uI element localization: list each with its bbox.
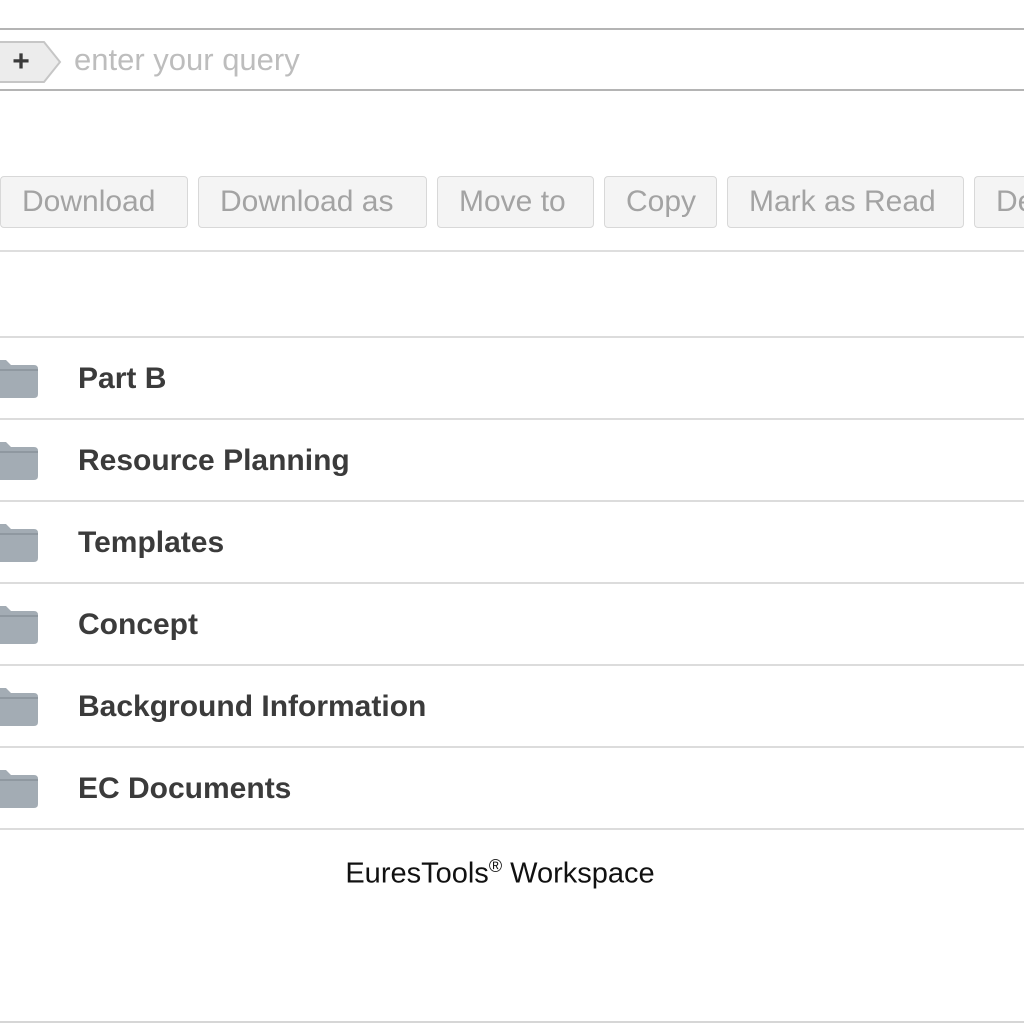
move-to-button[interactable]: Move to: [437, 176, 594, 228]
caption-suffix: Workspace: [502, 857, 655, 890]
folder-row-background-information[interactable]: Background Information: [0, 666, 1024, 748]
folder-icon: [0, 768, 38, 808]
bottom-divider: [0, 1021, 1024, 1023]
folder-name[interactable]: Templates: [78, 523, 224, 563]
folder-list: Part B Resource Planning Templates Conce…: [0, 336, 1024, 830]
folder-name[interactable]: EC Documents: [78, 769, 291, 809]
folder-row-resource-planning[interactable]: Resource Planning: [0, 420, 1024, 502]
folder-row-templates[interactable]: Templates: [0, 502, 1024, 584]
add-filter-button[interactable]: +: [0, 41, 62, 83]
toolbar-divider: [0, 250, 1024, 252]
search-bar: +: [0, 28, 1024, 91]
plus-icon: +: [12, 45, 30, 78]
folder-icon: [0, 358, 38, 398]
folder-row-part-b[interactable]: Part B: [0, 338, 1024, 420]
action-toolbar: Download Download as Move to Copy Mark a…: [0, 176, 1024, 230]
folder-name[interactable]: Resource Planning: [78, 441, 350, 481]
folder-row-concept[interactable]: Concept: [0, 584, 1024, 666]
folder-icon: [0, 604, 38, 644]
mark-as-read-button[interactable]: Mark as Read: [727, 176, 964, 228]
folder-icon: [0, 522, 38, 562]
folder-name[interactable]: Part B: [78, 359, 166, 399]
search-input[interactable]: [70, 40, 1018, 80]
folder-name[interactable]: Concept: [78, 605, 198, 645]
copy-button[interactable]: Copy: [604, 176, 717, 228]
folder-icon: [0, 440, 38, 480]
workspace-page: + Download Download as Move to Copy Mark…: [0, 0, 1024, 1024]
delete-button[interactable]: De: [974, 176, 1024, 228]
registered-mark: ®: [488, 856, 503, 876]
download-as-button[interactable]: Download as: [198, 176, 427, 228]
folder-name[interactable]: Background Information: [78, 687, 426, 727]
folder-icon: [0, 686, 38, 726]
workspace-caption: EuresTools® Workspace: [0, 846, 1000, 894]
caption-brand: EuresTools: [345, 857, 489, 890]
download-button[interactable]: Download: [0, 176, 188, 228]
folder-row-ec-documents[interactable]: EC Documents: [0, 748, 1024, 830]
